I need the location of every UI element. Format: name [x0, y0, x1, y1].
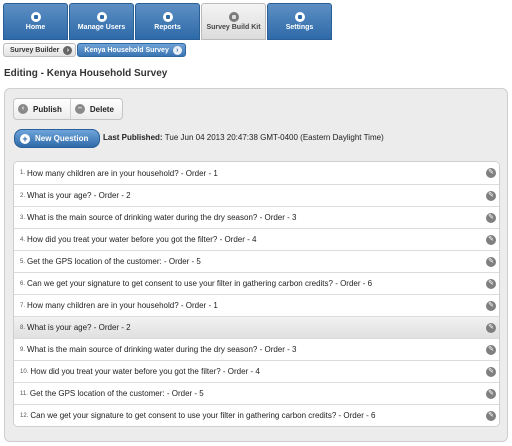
top-navigation: Home Manage Users Reports Survey Build K… — [3, 3, 333, 40]
list-item[interactable]: 6. Can we get your signature to get conse… — [14, 272, 499, 294]
question-text: How did you treat your water before you … — [27, 235, 257, 244]
question-number: 9. — [20, 346, 26, 353]
publish-icon: ‹ — [18, 104, 28, 114]
new-question-button[interactable]: + New Question — [14, 129, 100, 148]
tab-settings-label: Settings — [285, 23, 314, 31]
tab-home[interactable]: Home — [3, 3, 68, 40]
question-text: How many children are in your household?… — [27, 168, 218, 178]
tab-reports[interactable]: Reports — [135, 3, 200, 40]
last-published-value: Tue Jun 04 2013 20:47:38 GMT-0400 (Easte… — [164, 133, 384, 142]
list-item[interactable]: 5. Get the GPS location of the customer: … — [14, 250, 499, 272]
list-item[interactable]: 12. Can we get your signature to get cons… — [14, 404, 499, 426]
home-icon — [30, 11, 41, 22]
tab-manage-users-label: Manage Users — [77, 23, 126, 31]
question-text: What is your age? - Order - 2 — [27, 191, 131, 200]
edit-pencil-icon[interactable]: ✎ — [486, 389, 496, 399]
last-published-label: Last Published: — [103, 133, 163, 142]
edit-pencil-icon[interactable]: ✎ — [486, 168, 496, 178]
question-text: Can we get your signature to get consent… — [30, 411, 376, 420]
list-item[interactable]: 4. How did you treat your water before yo… — [14, 228, 499, 250]
edit-pencil-icon[interactable]: ✎ — [486, 301, 496, 311]
edit-pencil-icon[interactable]: ✎ — [486, 345, 496, 355]
tab-survey-build-kit[interactable]: Survey Build Kit — [201, 3, 266, 40]
chevron-right-icon: › — [63, 45, 73, 55]
list-item[interactable]: 3. What is the main source of drinking wa… — [14, 206, 499, 228]
edit-pencil-icon[interactable]: ✎ — [486, 279, 496, 289]
tab-settings[interactable]: Settings — [267, 3, 332, 40]
tab-survey-build-kit-label: Survey Build Kit — [206, 23, 261, 31]
editor-panel: ‹ Publish – Delete + New Question Last P… — [4, 88, 508, 442]
wrench-icon — [294, 11, 305, 22]
list-item[interactable]: 10. How did you treat your water before y… — [14, 360, 499, 382]
question-text: What is your age? - Order - 2 — [27, 323, 131, 332]
question-number: 2. — [20, 192, 26, 199]
question-text: Get the GPS location of the customer: - … — [29, 389, 204, 398]
list-item-highlighted[interactable]: 8. What is your age? - Order - 2 ✎ — [14, 316, 499, 338]
tab-home-label: Home — [25, 23, 46, 31]
new-question-label: New Question — [35, 134, 89, 143]
tab-manage-users[interactable]: Manage Users — [69, 3, 134, 40]
list-item[interactable]: 1. How many children are in your househol… — [14, 162, 499, 184]
chevron-right-icon: › — [172, 45, 182, 55]
question-number: 8. — [20, 324, 26, 331]
edit-pencil-icon[interactable]: ✎ — [486, 213, 496, 223]
question-number: 11. — [20, 390, 28, 397]
build-kit-icon — [228, 11, 239, 22]
question-list: 1. How many children are in your househol… — [13, 161, 500, 427]
question-number: 5. — [20, 258, 26, 265]
edit-pencil-icon[interactable]: ✎ — [486, 191, 496, 201]
question-number: 4. — [20, 236, 26, 243]
publish-button[interactable]: ‹ Publish — [14, 99, 70, 119]
question-text: Get the GPS location of the customer: - … — [27, 257, 201, 266]
edit-pencil-icon[interactable]: ✎ — [486, 367, 496, 377]
breadcrumb: Survey Builder › Kenya Household Survey … — [3, 43, 187, 57]
tab-reports-label: Reports — [154, 23, 181, 31]
list-item[interactable]: 7. How many children are in your househol… — [14, 294, 499, 316]
publish-label: Publish — [33, 104, 62, 114]
delete-button[interactable]: – Delete — [69, 99, 122, 119]
edit-pencil-icon[interactable]: ✎ — [486, 323, 496, 333]
list-item[interactable]: 11. Get the GPS location of the customer:… — [14, 382, 499, 404]
action-button-group: ‹ Publish – Delete — [13, 98, 123, 120]
question-number: 10. — [20, 368, 29, 375]
question-number: 12. — [20, 412, 29, 419]
question-text: How many children are in your household?… — [27, 301, 218, 310]
list-item[interactable]: 2. What is your age? - Order - 2 ✎ — [14, 184, 499, 206]
reports-icon — [162, 11, 173, 22]
question-number: 3. — [20, 214, 26, 221]
breadcrumb-label: Kenya Household Survey — [84, 46, 169, 54]
edit-pencil-icon[interactable]: ✎ — [486, 257, 496, 267]
question-number: 1. — [20, 170, 26, 176]
question-number: 6. — [20, 280, 26, 287]
plus-icon: + — [20, 133, 30, 144]
page-title: Editing - Kenya Household Survey — [4, 68, 168, 79]
list-item[interactable]: 9. What is the main source of drinking wa… — [14, 338, 499, 360]
breadcrumb-label: Survey Builder — [10, 46, 60, 54]
question-text: What is the main source of drinking wate… — [27, 213, 297, 222]
edit-pencil-icon[interactable]: ✎ — [486, 411, 496, 421]
question-text: How did you treat your water before you … — [30, 367, 260, 376]
delete-icon: – — [74, 104, 85, 114]
breadcrumb-survey-builder[interactable]: Survey Builder › — [3, 43, 77, 57]
edit-pencil-icon[interactable]: ✎ — [486, 235, 496, 245]
question-text: What is the main source of drinking wate… — [27, 345, 297, 354]
delete-label: Delete — [89, 104, 114, 114]
last-published: Last Published: Tue Jun 04 2013 20:47:38… — [103, 133, 384, 142]
user-icon — [96, 11, 107, 22]
question-text: Can we get your signature to get consent… — [27, 279, 373, 288]
breadcrumb-current-survey[interactable]: Kenya Household Survey › — [77, 43, 186, 57]
question-number: 7. — [20, 302, 26, 309]
